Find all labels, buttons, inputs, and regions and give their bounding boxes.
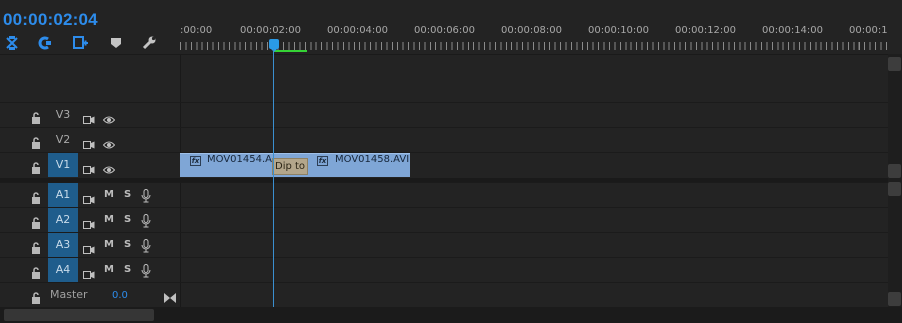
track-a4: A4 M S	[0, 257, 888, 282]
transition-label: Dip to	[275, 161, 306, 172]
lock-icon[interactable]	[31, 159, 41, 174]
ruler-ticks	[180, 42, 888, 50]
fx-badge: fx	[317, 156, 328, 166]
sync-lock-icon[interactable]	[83, 215, 95, 229]
playhead-timecode[interactable]: 00:00:02:04	[3, 10, 98, 30]
ruler-label: 00:00:06:00	[414, 25, 476, 36]
lock-icon[interactable]	[31, 189, 41, 204]
horizontal-scroll-thumb[interactable]	[4, 309, 154, 321]
eye-icon[interactable]	[102, 110, 116, 124]
solo-button[interactable]: S	[124, 258, 131, 282]
track-lane[interactable]	[180, 283, 888, 307]
lock-icon[interactable]	[31, 264, 41, 279]
linked-selection-icon[interactable]	[37, 35, 53, 51]
eye-icon[interactable]	[102, 135, 116, 149]
track-lane[interactable]	[180, 183, 888, 207]
track-lane[interactable]	[180, 208, 888, 232]
audio-scroll-thumb-end[interactable]	[888, 292, 901, 306]
lock-icon[interactable]	[31, 239, 41, 254]
video-scroll-thumb[interactable]	[888, 57, 901, 71]
mute-button[interactable]: M	[104, 258, 114, 282]
v1-clip-group: fx MOV01454.A fx MOV01458.AVI Dip to	[180, 153, 410, 177]
clip-label[interactable]: MOV01458.AVI	[335, 153, 409, 167]
track-name-v1[interactable]: V1	[48, 153, 78, 177]
track-name-a4[interactable]: A4	[48, 258, 78, 282]
track-name-a2[interactable]: A2	[48, 208, 78, 232]
track-a1: A1 M S	[0, 182, 888, 207]
snap-icon[interactable]	[4, 35, 20, 51]
ruler-label: 00:00:08:00	[501, 25, 563, 36]
ruler-label: :00:00	[180, 25, 213, 36]
mute-button[interactable]: M	[104, 233, 114, 257]
vertical-scrollbar[interactable]	[888, 54, 902, 308]
lock-icon[interactable]	[31, 109, 41, 124]
video-scroll-thumb-end[interactable]	[888, 164, 901, 178]
microphone-icon[interactable]	[141, 238, 151, 253]
track-a2: A2 M S	[0, 207, 888, 232]
track-name-v2[interactable]: V2	[48, 128, 78, 152]
work-area-bar[interactable]	[273, 50, 307, 52]
dip-transition[interactable]: Dip to	[272, 158, 308, 175]
eye-icon[interactable]	[102, 160, 116, 174]
camera-icon[interactable]	[83, 160, 95, 174]
track-name-a3[interactable]: A3	[48, 233, 78, 257]
timeline-toolbar	[0, 32, 180, 54]
microphone-icon[interactable]	[141, 263, 151, 278]
solo-button[interactable]: S	[124, 233, 131, 257]
track-v2: V2	[0, 127, 888, 152]
ruler-label: 00:00:04:00	[327, 25, 389, 36]
timeline-panel: 00:00:02:04 :00:00 00:00:02:00 00:00:04:…	[0, 0, 902, 323]
sync-lock-icon[interactable]	[83, 190, 95, 204]
mute-button[interactable]: M	[104, 208, 114, 232]
playhead-handle[interactable]	[269, 39, 279, 52]
ruler-label: 00:00:12:00	[675, 25, 737, 36]
sync-lock-icon[interactable]	[83, 265, 95, 279]
time-ruler[interactable]: :00:00 00:00:02:00 00:00:04:00 00:00:06:…	[180, 0, 888, 54]
camera-icon[interactable]	[83, 110, 95, 124]
ruler-label: 00:00:02:00	[240, 25, 302, 36]
track-a3: A3 M S	[0, 232, 888, 257]
microphone-icon[interactable]	[141, 188, 151, 203]
track-lane[interactable]	[180, 128, 888, 152]
wrench-icon[interactable]	[141, 35, 157, 51]
sync-lock-icon[interactable]	[83, 240, 95, 254]
track-lane[interactable]	[180, 103, 888, 127]
master-volume-value[interactable]: 0.0	[112, 283, 128, 309]
video-track-empty-area	[0, 54, 888, 102]
playhead-line[interactable]	[273, 49, 274, 307]
clip-label[interactable]: MOV01454.A	[207, 153, 272, 167]
camera-icon[interactable]	[83, 135, 95, 149]
track-lane[interactable]	[180, 233, 888, 257]
track-v1: V1	[0, 152, 888, 177]
microphone-icon[interactable]	[141, 213, 151, 228]
track-v3: V3	[0, 102, 888, 127]
track-lane[interactable]	[180, 258, 888, 282]
add-marker-icon[interactable]	[73, 35, 89, 51]
track-master: Master 0.0	[0, 282, 888, 307]
ruler-label: 00:00:1	[849, 25, 888, 36]
audio-scroll-thumb[interactable]	[888, 182, 901, 196]
lock-icon[interactable]	[31, 214, 41, 229]
lock-icon[interactable]	[31, 134, 41, 149]
track-name-v3[interactable]: V3	[48, 103, 78, 127]
marker-icon[interactable]	[108, 35, 124, 51]
solo-button[interactable]: S	[124, 208, 131, 232]
fx-badge: fx	[190, 156, 201, 166]
track-name-a1[interactable]: A1	[48, 183, 78, 207]
ruler-label: 00:00:10:00	[588, 25, 650, 36]
go-to-edit-point-icon[interactable]	[164, 288, 176, 303]
solo-button[interactable]: S	[124, 183, 131, 207]
lock-icon[interactable]	[31, 289, 41, 304]
master-track-name: Master	[50, 288, 88, 301]
mute-button[interactable]: M	[104, 183, 114, 207]
ruler-label: 00:00:14:00	[762, 25, 824, 36]
